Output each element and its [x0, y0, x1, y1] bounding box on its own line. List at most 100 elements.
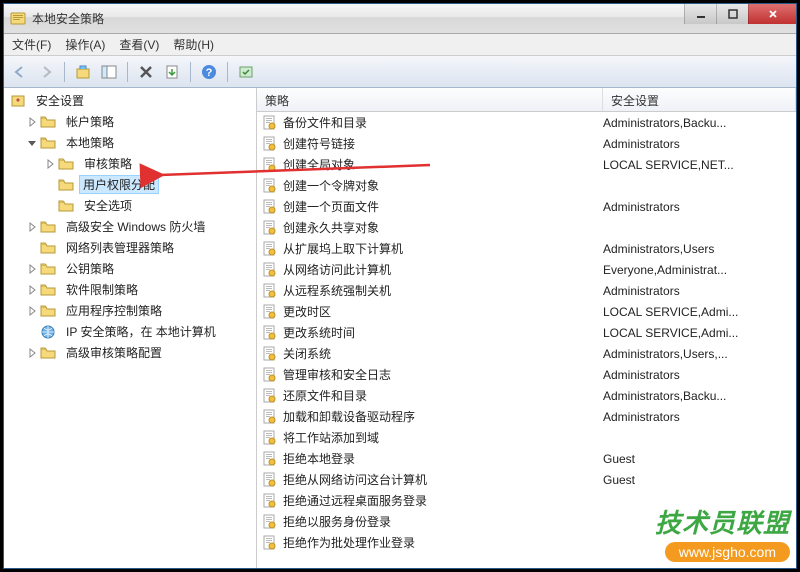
- tree-root-node[interactable]: 安全设置: [4, 90, 256, 111]
- maximize-button[interactable]: [716, 4, 748, 24]
- back-button[interactable]: [8, 60, 32, 84]
- policy-icon: [261, 430, 277, 446]
- policy-row[interactable]: 拒绝本地登录Guest: [257, 448, 796, 469]
- policy-name: 拒绝以服务身份登录: [283, 513, 603, 530]
- toolbar-separator: [127, 62, 128, 82]
- tree-item-label: 审核策略: [80, 155, 136, 172]
- tree-item[interactable]: 用户权限分配: [4, 174, 256, 195]
- expander-icon[interactable]: [26, 305, 38, 317]
- expander-icon[interactable]: [26, 242, 38, 254]
- list-header: 策略 安全设置: [257, 88, 796, 112]
- delete-button[interactable]: [134, 60, 158, 84]
- export-button[interactable]: [160, 60, 184, 84]
- toolbar-separator: [190, 62, 191, 82]
- policy-icon: [261, 178, 277, 194]
- tree-item[interactable]: 网络列表管理器策略: [4, 237, 256, 258]
- expander-icon[interactable]: [44, 179, 56, 191]
- expander-icon[interactable]: [26, 263, 38, 275]
- policy-row[interactable]: 加载和卸载设备驱动程序Administrators: [257, 406, 796, 427]
- minimize-button[interactable]: [684, 4, 716, 24]
- help-button[interactable]: ?: [197, 60, 221, 84]
- window: 本地安全策略 文件(F) 操作(A) 查看(V) 帮助(H) ?: [3, 3, 797, 569]
- menu-file[interactable]: 文件(F): [12, 36, 51, 53]
- column-policy[interactable]: 策略: [257, 88, 603, 111]
- folder-icon: [58, 156, 74, 172]
- tree-item-label: 高级审核策略配置: [62, 344, 166, 361]
- expander-icon[interactable]: [26, 347, 38, 359]
- expander-icon[interactable]: [26, 326, 38, 338]
- policy-setting: Everyone,Administrat...: [603, 263, 796, 277]
- list-body[interactable]: 备份文件和目录Administrators,Backu...创建符号链接Admi…: [257, 112, 796, 568]
- tree-item[interactable]: 高级安全 Windows 防火墙: [4, 216, 256, 237]
- policy-row[interactable]: 还原文件和目录Administrators,Backu...: [257, 385, 796, 406]
- forward-button[interactable]: [34, 60, 58, 84]
- refresh-button[interactable]: [234, 60, 258, 84]
- show-hide-tree-button[interactable]: [97, 60, 121, 84]
- window-title: 本地安全策略: [32, 10, 104, 27]
- tree-item[interactable]: 应用程序控制策略: [4, 300, 256, 321]
- tree-item[interactable]: 高级审核策略配置: [4, 342, 256, 363]
- policy-row[interactable]: 从网络访问此计算机Everyone,Administrat...: [257, 259, 796, 280]
- tree-panel[interactable]: 安全设置 帐户策略本地策略审核策略用户权限分配安全选项高级安全 Windows …: [4, 88, 257, 568]
- menu-help[interactable]: 帮助(H): [173, 36, 214, 53]
- policy-setting: Administrators: [603, 410, 796, 424]
- tree-item[interactable]: 公钥策略: [4, 258, 256, 279]
- expander-icon[interactable]: [26, 116, 38, 128]
- policy-row[interactable]: 更改系统时间LOCAL SERVICE,Admi...: [257, 322, 796, 343]
- menu-view[interactable]: 查看(V): [119, 36, 159, 53]
- close-button[interactable]: [748, 4, 796, 24]
- policy-name: 关闭系统: [283, 345, 603, 362]
- policy-row[interactable]: 从远程系统强制关机Administrators: [257, 280, 796, 301]
- policy-setting: LOCAL SERVICE,Admi...: [603, 326, 796, 340]
- folder-icon: [40, 240, 56, 256]
- tree-item-label: 本地策略: [62, 134, 118, 151]
- policy-name: 从远程系统强制关机: [283, 282, 603, 299]
- policy-row[interactable]: 拒绝从网络访问这台计算机Guest: [257, 469, 796, 490]
- policy-row[interactable]: 拒绝通过远程桌面服务登录: [257, 490, 796, 511]
- folder-icon: [40, 324, 56, 340]
- expander-icon[interactable]: [44, 200, 56, 212]
- up-button[interactable]: [71, 60, 95, 84]
- policy-row[interactable]: 创建符号链接Administrators: [257, 133, 796, 154]
- column-setting[interactable]: 安全设置: [603, 88, 796, 111]
- list-panel: 策略 安全设置 备份文件和目录Administrators,Backu...创建…: [257, 88, 796, 568]
- policy-icon: [261, 283, 277, 299]
- expander-icon[interactable]: [44, 158, 56, 170]
- policy-setting: Guest: [603, 473, 796, 487]
- policy-name: 将工作站添加到域: [283, 429, 603, 446]
- tree-root-label: 安全设置: [32, 92, 88, 109]
- policy-row[interactable]: 备份文件和目录Administrators,Backu...: [257, 112, 796, 133]
- toolbar: ?: [4, 56, 796, 88]
- tree-item[interactable]: 软件限制策略: [4, 279, 256, 300]
- expander-icon[interactable]: [26, 137, 38, 149]
- policy-icon: [261, 136, 277, 152]
- folder-icon: [40, 282, 56, 298]
- folder-icon: [40, 114, 56, 130]
- expander-icon[interactable]: [26, 221, 38, 233]
- policy-row[interactable]: 创建一个页面文件Administrators: [257, 196, 796, 217]
- policy-row[interactable]: 创建一个令牌对象: [257, 175, 796, 196]
- policy-row[interactable]: 拒绝作为批处理作业登录: [257, 532, 796, 553]
- policy-row[interactable]: 创建永久共享对象: [257, 217, 796, 238]
- policy-row[interactable]: 将工作站添加到域: [257, 427, 796, 448]
- policy-row[interactable]: 拒绝以服务身份登录: [257, 511, 796, 532]
- policy-icon: [261, 451, 277, 467]
- tree-item[interactable]: 本地策略: [4, 132, 256, 153]
- menu-action[interactable]: 操作(A): [65, 36, 105, 53]
- policy-row[interactable]: 从扩展坞上取下计算机Administrators,Users: [257, 238, 796, 259]
- policy-setting: Administrators,Backu...: [603, 389, 796, 403]
- policy-row[interactable]: 管理审核和安全日志Administrators: [257, 364, 796, 385]
- policy-row[interactable]: 创建全局对象LOCAL SERVICE,NET...: [257, 154, 796, 175]
- policy-row[interactable]: 关闭系统Administrators,Users,...: [257, 343, 796, 364]
- tree-item[interactable]: 审核策略: [4, 153, 256, 174]
- tree-item[interactable]: 帐户策略: [4, 111, 256, 132]
- tree-item[interactable]: IP 安全策略，在 本地计算机: [4, 321, 256, 342]
- tree-item-label: 帐户策略: [62, 113, 118, 130]
- tree-item[interactable]: 安全选项: [4, 195, 256, 216]
- expander-icon[interactable]: [26, 284, 38, 296]
- policy-row[interactable]: 更改时区LOCAL SERVICE,Admi...: [257, 301, 796, 322]
- policy-icon: [261, 409, 277, 425]
- policy-icon: [261, 388, 277, 404]
- policy-setting: LOCAL SERVICE,Admi...: [603, 305, 796, 319]
- policy-name: 创建全局对象: [283, 156, 603, 173]
